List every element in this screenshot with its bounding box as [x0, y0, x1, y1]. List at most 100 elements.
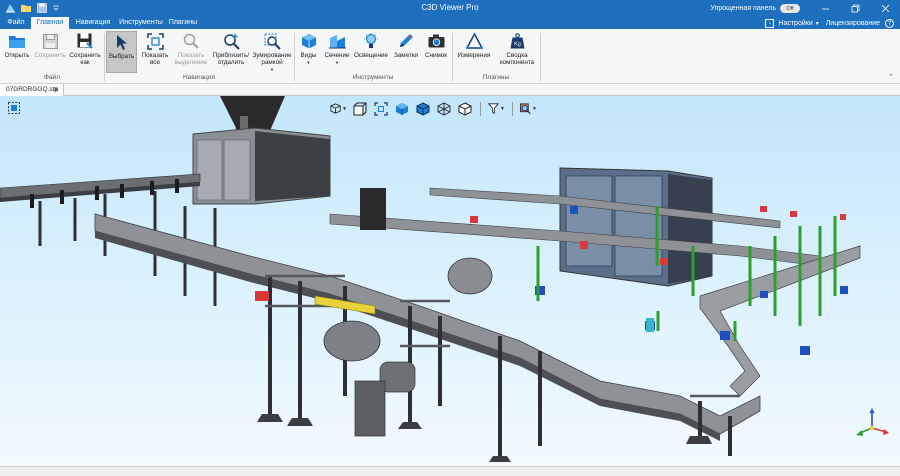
triangle-ruler-icon: [465, 32, 483, 50]
minimize-icon[interactable]: [810, 0, 840, 17]
light-bulb-icon: [362, 32, 380, 50]
zoom-frame-label: Зумирование рамкой: [252, 52, 292, 66]
chevron-down-icon: ▼: [270, 67, 274, 72]
document-tab-bar: 07GRDRGGQ.stp ✕: [0, 84, 900, 96]
snapshot-label: Снимок: [424, 52, 448, 59]
lighting-button[interactable]: Освещение: [353, 31, 389, 73]
zoom-label: Приблизить/ отдалить: [212, 52, 250, 66]
group-separator: [294, 33, 295, 81]
collapse-ribbon-icon[interactable]: ⌃: [888, 73, 894, 81]
section-label: Сечение: [324, 52, 350, 59]
hidden-lines-icon[interactable]: [456, 101, 473, 116]
tab-file[interactable]: Файл: [2, 17, 30, 29]
tab-row-right: ▫ Настройки ▼ Лицензирование ?: [765, 18, 900, 29]
views-label: Виды: [300, 52, 317, 59]
ribbon-tab-row: Файл Главная Навигация Инструменты Плаги…: [0, 17, 900, 29]
motor-gearbox: [323, 320, 381, 362]
shaded-with-edges-icon[interactable]: [414, 101, 431, 116]
save-button[interactable]: Сохранить: [33, 31, 67, 73]
select-label: Выбрать: [108, 53, 135, 60]
component-summary-label: Сводка компонента: [499, 52, 535, 66]
simplified-panel-toggle[interactable]: Off: [780, 4, 800, 13]
wireframe-view-icon[interactable]: [435, 101, 452, 116]
3d-viewport[interactable]: ▼ ▼ ▼: [0, 96, 900, 466]
show-all-button[interactable]: Показать все: [139, 31, 171, 73]
zoom-selection-icon: [182, 32, 200, 50]
tab-plugins[interactable]: Плагины: [166, 17, 200, 29]
selection-mode-icon[interactable]: [8, 102, 20, 114]
zoom-region-icon[interactable]: ▼: [520, 101, 537, 116]
close-tab-icon[interactable]: ✕: [53, 86, 59, 94]
right-cabinet-side: [668, 174, 712, 284]
notes-label: Заметки: [393, 52, 419, 59]
toolbar-separator: [480, 101, 481, 116]
save-as-label: Сохранить как: [69, 52, 101, 66]
save-label: Сохранить: [34, 52, 66, 59]
3d-model-scene[interactable]: [0, 96, 900, 466]
weight-kg-icon: Kg: [508, 32, 526, 50]
group-separator: [452, 33, 453, 81]
motor-base: [354, 380, 386, 437]
svg-text:Kg: Kg: [514, 42, 521, 48]
help-icon[interactable]: ?: [885, 19, 894, 28]
settings-label: Настройки: [778, 20, 813, 27]
chevron-down-icon: ▼: [306, 60, 311, 65]
status-bar: [0, 466, 900, 476]
group-separator: [104, 33, 105, 81]
show-selection-button[interactable]: Показать выделение: [173, 31, 209, 73]
viewport-toolbar: ▼ ▼ ▼: [330, 101, 537, 116]
chevron-down-icon: ▼: [335, 60, 339, 65]
control-box: [360, 188, 386, 230]
tab-navigation[interactable]: Навигация: [70, 17, 116, 29]
measure-label: Измерения: [457, 52, 491, 59]
licensing-label: Лицензирование: [825, 20, 880, 27]
document-tab[interactable]: 07GRDRGGQ.stp ✕: [0, 84, 64, 96]
left-cabinet-side: [255, 131, 330, 201]
cursor-arrow-icon: [113, 33, 131, 51]
snapshot-button[interactable]: Снимок: [422, 31, 450, 73]
close-icon[interactable]: [870, 0, 900, 17]
component-summary-button[interactable]: Kg Сводка компонента: [496, 31, 538, 73]
save-as-icon: [76, 32, 94, 50]
show-selection-label: Показать выделение: [174, 52, 208, 66]
zoom-frame-icon: [263, 32, 281, 50]
settings-item[interactable]: ▫ Настройки ▼: [765, 19, 820, 28]
filter-icon[interactable]: ▼: [488, 101, 505, 116]
title-bar-right: Упрощенная панель Off: [710, 0, 900, 17]
views-button[interactable]: Виды ▼: [296, 31, 321, 73]
folder-icon: [8, 32, 26, 50]
select-button[interactable]: Выбрать: [106, 31, 137, 73]
fit-view-icon[interactable]: [372, 101, 389, 116]
group-label-plugins: Плагины: [482, 74, 510, 81]
restore-icon[interactable]: [840, 0, 870, 17]
group-label-navigation: Навигация: [182, 74, 216, 81]
lighting-label: Освещение: [354, 52, 388, 59]
axis-triad-icon: [856, 408, 889, 436]
notes-button[interactable]: Заметки: [391, 31, 421, 73]
chevron-down-icon: ▼: [814, 20, 820, 27]
zoom-button[interactable]: Приблизить/ отдалить: [211, 31, 251, 73]
toolbar-separator: [512, 101, 513, 116]
sensor-cyan: [646, 318, 654, 332]
measure-button[interactable]: Измерения: [454, 31, 494, 73]
standard-view-icon[interactable]: [351, 101, 368, 116]
group-label-file: Файл: [44, 74, 60, 81]
licensing-item[interactable]: Лицензирование ?: [826, 19, 894, 28]
open-button[interactable]: Открыть: [2, 31, 32, 73]
ribbon: Открыть Сохранить Сохранить как Файл Выб…: [0, 29, 900, 84]
camera-icon: [427, 32, 445, 50]
section-button[interactable]: Сечение ▼: [322, 31, 352, 73]
tab-home[interactable]: Главная: [31, 17, 69, 29]
save-as-button[interactable]: Сохранить как: [68, 31, 102, 73]
cube-views-icon: [300, 32, 318, 50]
settings-checkbox-icon: ▫: [765, 19, 775, 28]
chevron-down-icon: ▼: [342, 105, 347, 112]
view-orientation-icon[interactable]: ▼: [330, 101, 347, 116]
shaded-view-icon[interactable]: [393, 101, 410, 116]
tab-tools[interactable]: Инструменты: [116, 17, 166, 29]
magnifier-zoom-icon: [222, 32, 240, 50]
title-bar: C3D Viewer Pro Упрощенная панель Off: [0, 0, 900, 17]
toggle-state: Off: [786, 5, 794, 12]
frame-feet: [257, 414, 712, 462]
zoom-frame-button[interactable]: Зумирование рамкой ▼: [252, 31, 292, 73]
